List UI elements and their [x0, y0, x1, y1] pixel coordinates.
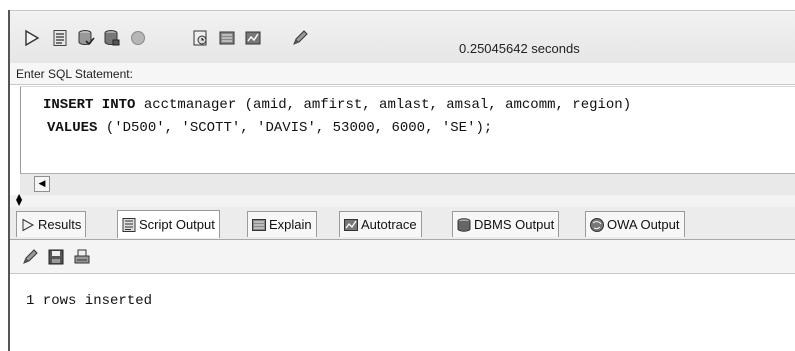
- scroll-left-arrow-icon[interactable]: ◀: [34, 176, 50, 192]
- tab-script-output[interactable]: Script Output: [117, 210, 220, 238]
- execute-statement-icon[interactable]: [22, 28, 42, 48]
- rollback-icon[interactable]: [102, 28, 122, 48]
- tab-label: Results: [38, 217, 82, 232]
- print-icon[interactable]: [72, 248, 92, 266]
- sql-history-icon[interactable]: [190, 28, 210, 48]
- output-toolbar: [10, 240, 795, 274]
- splitter-arrows-icon[interactable]: ▲ ▼: [16, 193, 22, 207]
- sql-worksheet-window: 0.25045642 seconds Enter SQL Statement: …: [0, 0, 795, 351]
- dbms-icon: [456, 217, 472, 233]
- clear-icon[interactable]: [290, 28, 310, 48]
- tab-autotrace[interactable]: Autotrace: [339, 211, 422, 237]
- sql-editor[interactable]: INSERT INTO acctmanager (amid, amfirst, …: [20, 86, 795, 173]
- sql-keyword: VALUES: [47, 120, 98, 136]
- editor-horizontal-scrollbar[interactable]: ◀: [20, 173, 795, 196]
- explain-icon: [251, 217, 267, 233]
- sql-statement-label: Enter SQL Statement:: [10, 63, 795, 85]
- tab-label: Autotrace: [361, 217, 417, 232]
- output-tab-bar: Results Script Output Explain Autotrace …: [10, 207, 795, 240]
- tab-label: Script Output: [139, 217, 215, 232]
- script-icon: [121, 217, 137, 233]
- execution-time: 0.25045642 seconds: [459, 41, 580, 56]
- autotrace-icon: [343, 217, 359, 233]
- save-icon[interactable]: [46, 248, 66, 266]
- tab-label: OWA Output: [607, 217, 680, 232]
- tab-explain[interactable]: Explain: [247, 211, 317, 237]
- script-output-panel: 1 rows inserted: [10, 274, 795, 351]
- worksheet-toolbar: 0.25045642 seconds: [10, 10, 795, 64]
- tab-results[interactable]: Results: [16, 211, 87, 237]
- sql-text: ('D500', 'SCOTT', 'DAVIS', 53000, 6000, …: [97, 120, 493, 136]
- autotrace-icon[interactable]: [243, 28, 263, 48]
- sql-text: acctmanager (amid, amfirst, amlast, amsa…: [135, 97, 632, 113]
- sql-line-1: INSERT INTO acctmanager (amid, amfirst, …: [43, 97, 631, 113]
- play-icon: [20, 217, 36, 233]
- sql-line-2: VALUES ('D500', 'SCOTT', 'DAVIS', 53000,…: [47, 120, 492, 136]
- eraser-icon[interactable]: [20, 248, 40, 266]
- sql-keyword: INSERT INTO: [43, 97, 136, 113]
- explain-plan-icon[interactable]: [217, 28, 237, 48]
- owa-icon: [589, 217, 605, 233]
- run-script-icon[interactable]: [50, 28, 70, 48]
- cancel-icon[interactable]: [128, 28, 148, 48]
- commit-icon[interactable]: [76, 28, 96, 48]
- tab-dbms-output[interactable]: DBMS Output: [452, 211, 560, 237]
- tab-owa-output[interactable]: OWA Output: [585, 211, 685, 237]
- tab-label: DBMS Output: [474, 217, 555, 232]
- output-message: 1 rows inserted: [26, 293, 153, 309]
- tab-label: Explain: [269, 217, 312, 232]
